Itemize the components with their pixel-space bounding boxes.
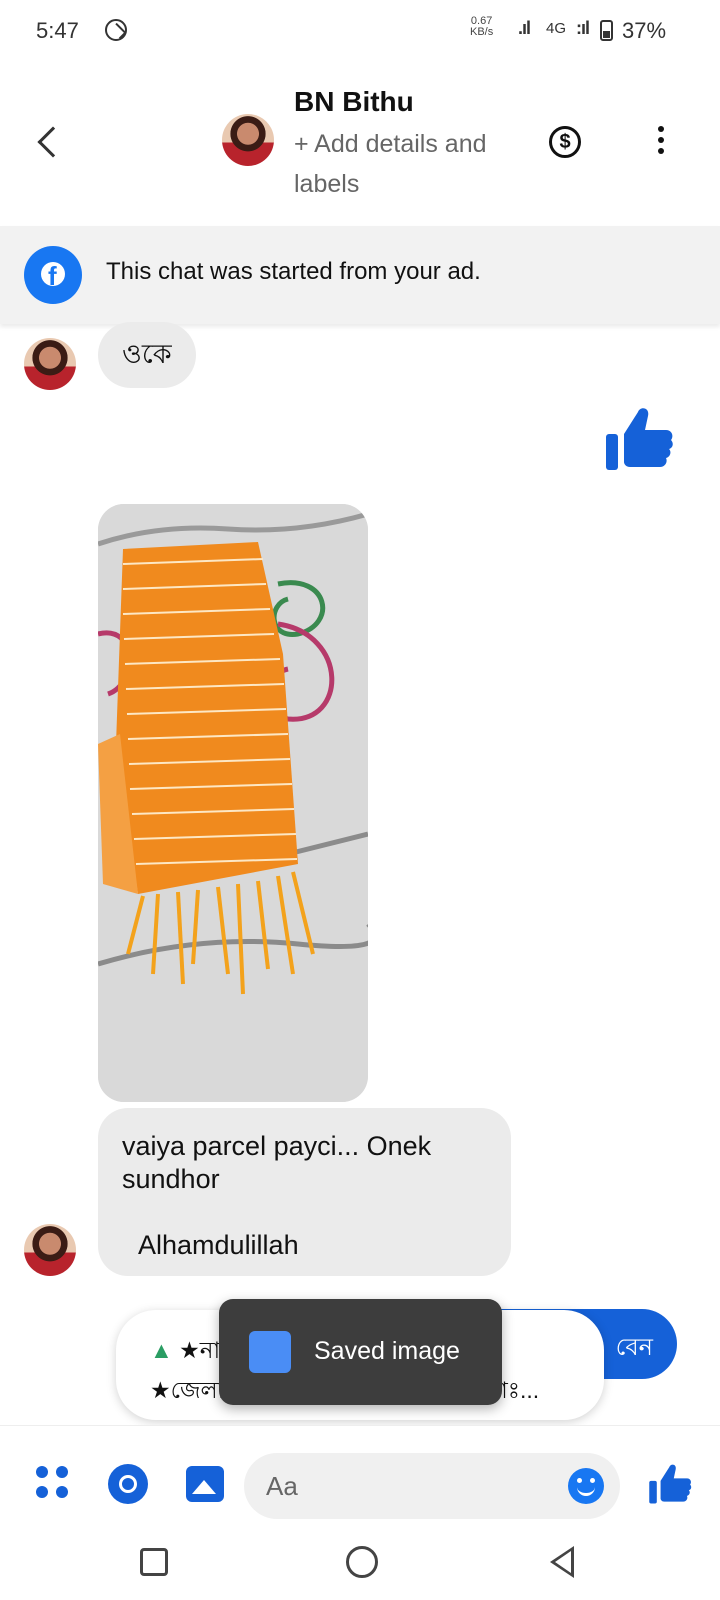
input-placeholder: Aa (266, 1471, 298, 1501)
image-orange-scarf (98, 504, 368, 1102)
more-vertical-icon[interactable] (658, 126, 664, 158)
camera-icon[interactable] (108, 1464, 148, 1504)
network-type: 4G (546, 20, 567, 37)
network-speed-unit: KB/s (470, 26, 494, 38)
message-text: বেন (615, 1334, 653, 1361)
ad-banner: This chat was started from your ad. (0, 226, 720, 324)
image-message[interactable] (98, 504, 368, 1102)
apps-icon[interactable] (36, 1466, 72, 1502)
toast-label: Saved image (314, 1337, 460, 1365)
signal-icon-2: :ıl (576, 18, 590, 38)
android-icon (249, 1331, 291, 1373)
battery-percent: 37% (622, 18, 667, 43)
chat-header: BN Bithu + Add details and labels $ (0, 64, 720, 224)
data-saver-icon (105, 19, 127, 41)
dollar-circle-icon[interactable]: $ (549, 126, 581, 158)
avatar[interactable] (24, 1224, 76, 1276)
message-text: ওকে (122, 339, 172, 369)
add-details-link[interactable]: + Add details and labels (294, 124, 514, 204)
avatar[interactable] (24, 338, 76, 390)
message-text: Alhamdulillah (138, 1230, 299, 1260)
contact-name[interactable]: BN Bithu (294, 86, 414, 118)
square-icon[interactable] (140, 1548, 168, 1576)
gallery-icon[interactable] (186, 1466, 224, 1502)
message-bubble[interactable]: vaiya parcel payci... Onek sundhor Alham… (98, 1108, 511, 1276)
triangle-back-icon[interactable] (550, 1546, 574, 1578)
status-time: 5:47 (36, 18, 79, 43)
facebook-icon (24, 246, 82, 304)
chevron-left-icon[interactable] (37, 126, 69, 158)
composer: Aa (0, 1425, 720, 1540)
thumbs-up-icon[interactable] (604, 404, 674, 474)
network-speed: 0.67 KB/s (470, 16, 493, 38)
signal-icon: .ıl (518, 18, 531, 38)
status-bar: 5:47 0.67 KB/s .ıl 4G :ıl 37% (0, 0, 720, 64)
ad-banner-text: This chat was started from your ad. (106, 258, 481, 285)
battery-icon (600, 20, 613, 41)
message-input[interactable]: Aa (244, 1453, 620, 1519)
message-bubble[interactable]: ওকে (98, 322, 196, 388)
circle-icon[interactable] (346, 1546, 378, 1578)
message-text: vaiya parcel payci... Onek sundhor (122, 1131, 432, 1194)
avatar[interactable] (222, 114, 274, 166)
emoji-icon[interactable] (568, 1468, 604, 1504)
navigation-bar (0, 1540, 720, 1600)
toast: Saved image (219, 1299, 502, 1405)
thumbs-up-icon[interactable] (648, 1462, 692, 1506)
